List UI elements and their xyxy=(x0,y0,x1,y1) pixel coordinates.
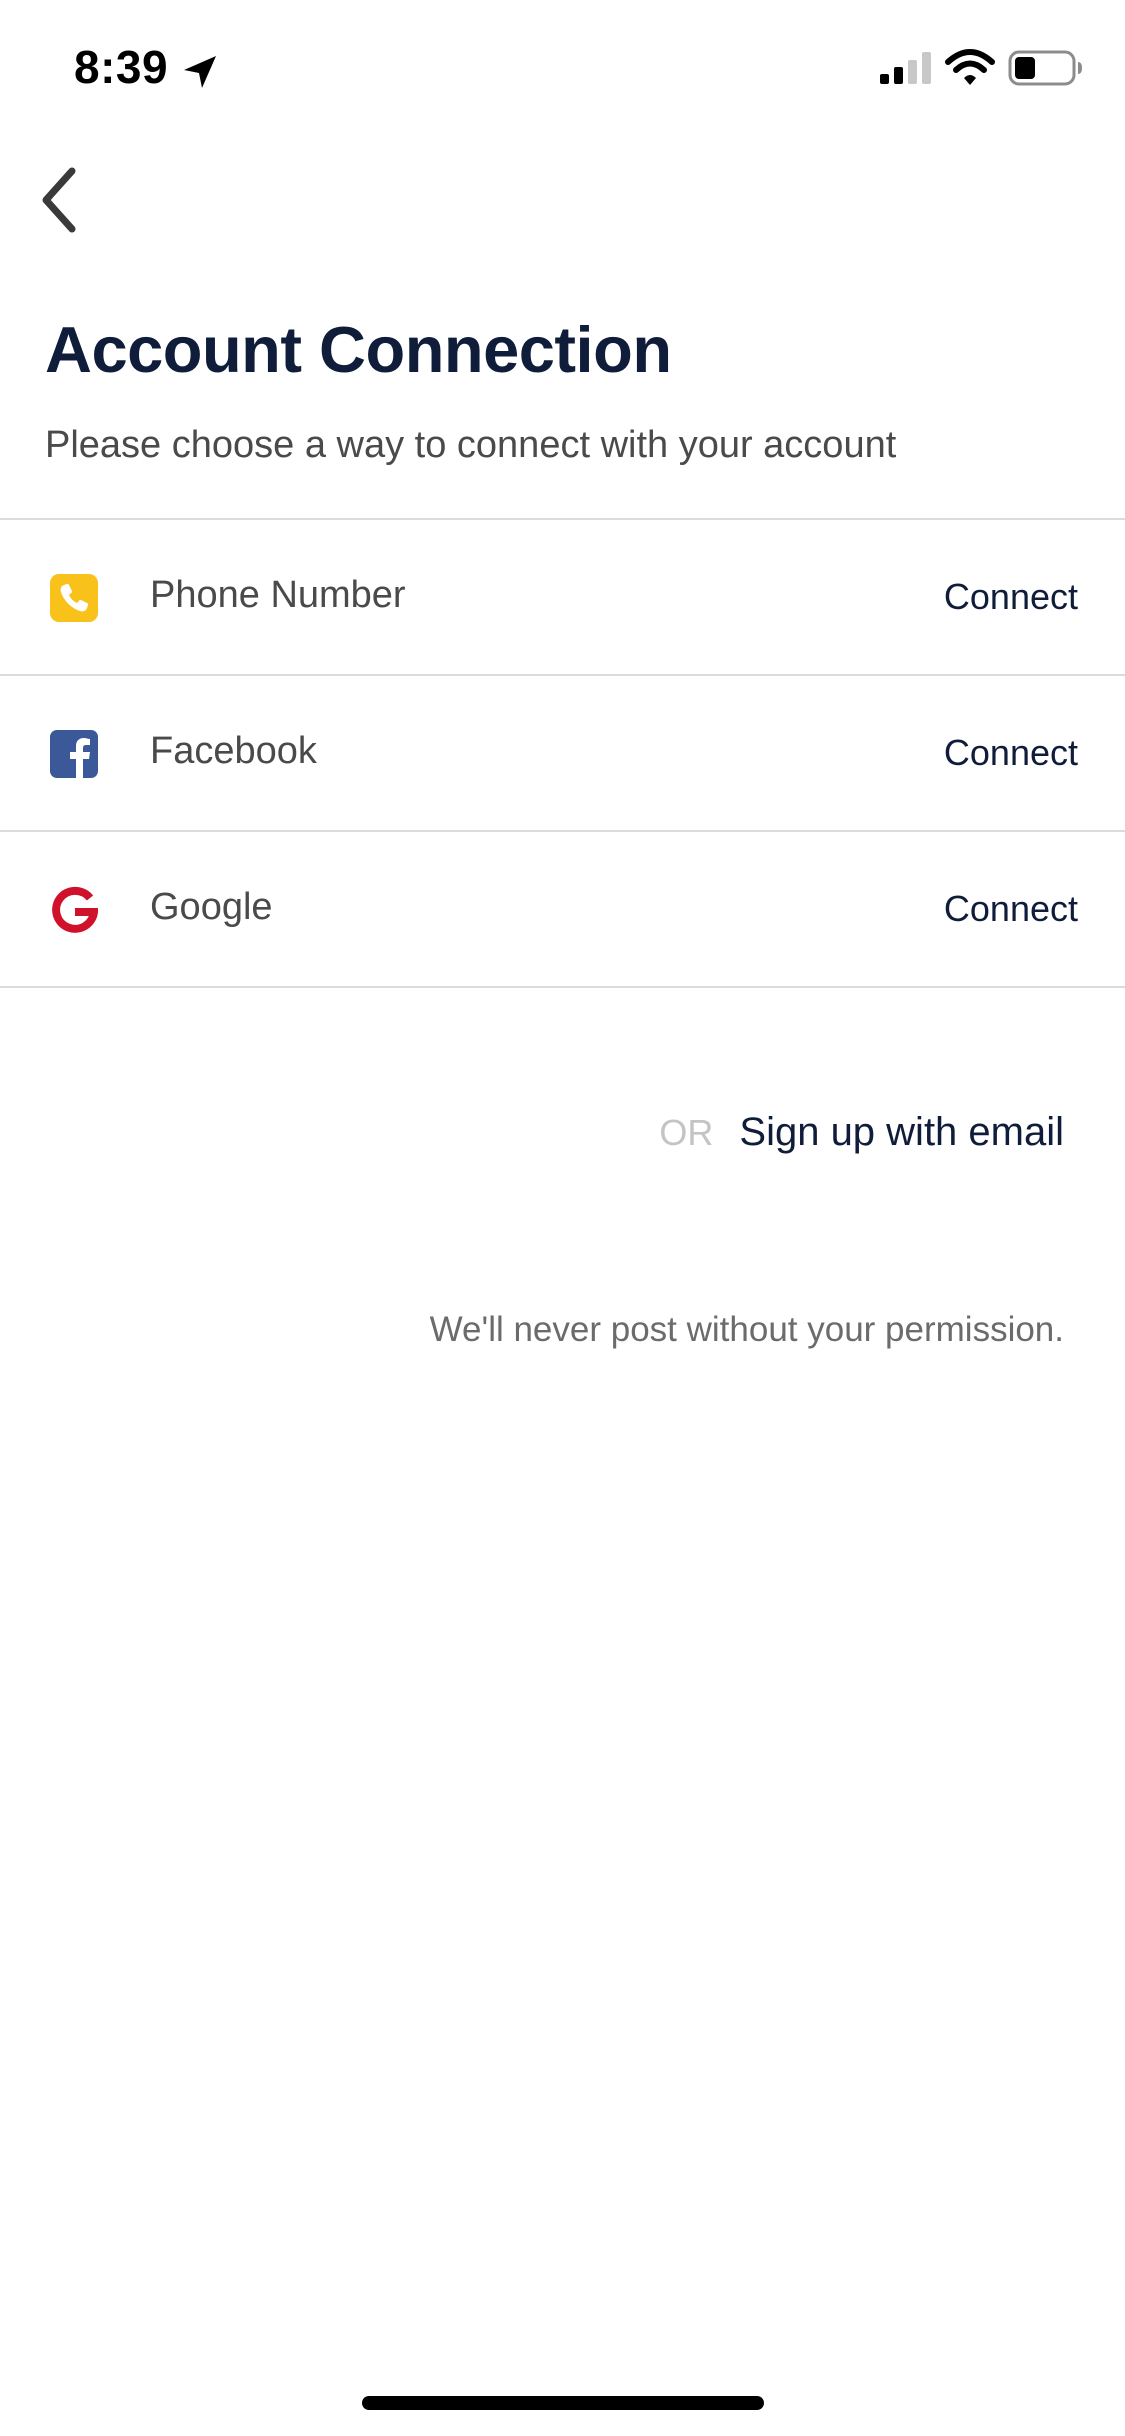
location-arrow-icon xyxy=(184,56,216,88)
connection-row-facebook[interactable]: Facebook Connect xyxy=(0,676,1125,832)
back-button[interactable] xyxy=(20,160,100,240)
or-label: OR xyxy=(659,1112,714,1153)
email-signup-link[interactable]: Sign up with email xyxy=(739,1110,1064,1155)
connection-label: Google xyxy=(150,886,273,928)
connection-label: Phone Number xyxy=(150,574,406,616)
status-time: 8:39 xyxy=(74,41,169,93)
page-title: Account Connection xyxy=(45,313,672,386)
phone-icon xyxy=(50,574,98,622)
facebook-icon xyxy=(50,730,98,778)
alternative-signup: OR Sign up with email xyxy=(659,1110,1064,1155)
connection-label: Facebook xyxy=(150,730,317,772)
battery-icon xyxy=(1008,50,1082,86)
home-indicator[interactable] xyxy=(362,2396,764,2410)
chevron-left-icon xyxy=(42,167,76,233)
connection-row-phone[interactable]: Phone Number Connect xyxy=(0,520,1125,676)
permission-note: We'll never post without your permission… xyxy=(429,1310,1064,1349)
screen: 8:39 Account Connection Please choose a … xyxy=(0,0,1125,2436)
status-bar: 8:39 xyxy=(0,0,1125,132)
connection-row-google[interactable]: Google Connect xyxy=(0,832,1125,988)
connection-list: Phone Number Connect Facebook Connect Go… xyxy=(0,518,1125,988)
connect-button[interactable]: Connect xyxy=(944,732,1078,774)
google-icon xyxy=(52,886,98,933)
cellular-signal-icon xyxy=(880,52,931,84)
connect-button[interactable]: Connect xyxy=(944,576,1078,618)
page-subtitle: Please choose a way to connect with your… xyxy=(45,424,897,466)
connect-button[interactable]: Connect xyxy=(944,888,1078,930)
wifi-icon xyxy=(945,49,995,85)
